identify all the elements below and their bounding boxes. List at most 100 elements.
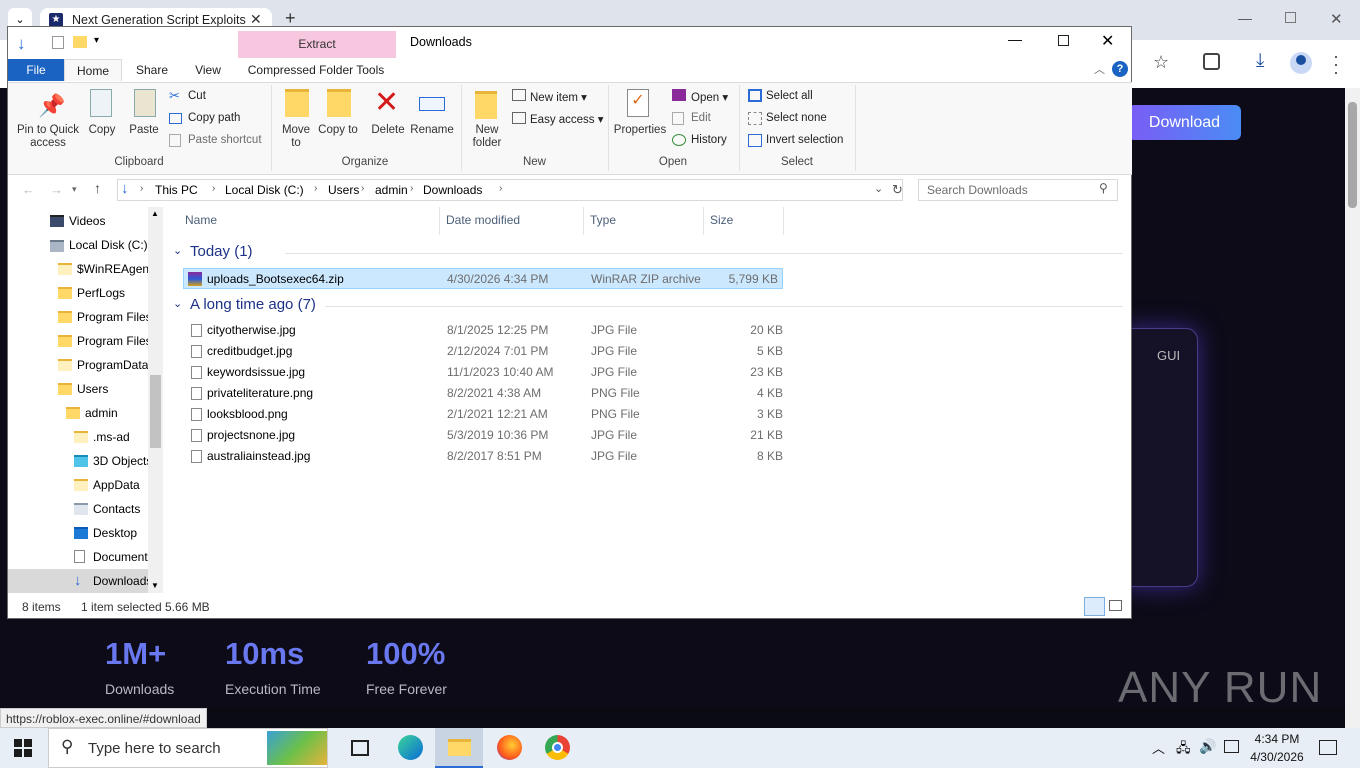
notifications-icon[interactable] [1319, 740, 1337, 755]
breadcrumb-this-pc[interactable]: This PC [155, 183, 198, 197]
network-icon[interactable]: 🖧 [1176, 739, 1191, 761]
maximize-icon[interactable] [1058, 35, 1069, 46]
nav-item-downloads[interactable]: ↓ Downloads [8, 569, 163, 593]
extensions-icon[interactable] [1203, 53, 1220, 70]
history-button[interactable]: History [691, 134, 727, 146]
star-icon[interactable]: ☆ [1153, 52, 1169, 73]
column-name[interactable]: Name [185, 213, 217, 227]
column-date-modified[interactable]: Date modified [446, 213, 520, 227]
nav-scrollbar[interactable]: ▲ ▼ [148, 207, 163, 593]
select-all-icon [748, 89, 762, 102]
pin-to-quick-access-button[interactable]: Pin to Quick access [13, 124, 83, 150]
image-file-icon [191, 450, 202, 463]
group-header-today[interactable]: ⌄ Today (1) [173, 243, 1123, 263]
easy-access-button[interactable]: Easy access ▾ [530, 112, 604, 126]
collapse-ribbon-icon[interactable]: ︿ [1094, 61, 1105, 77]
close-browser-icon[interactable]: ✕ [1330, 10, 1343, 28]
column-type[interactable]: Type [590, 213, 616, 227]
address-bar[interactable]: ↓ › This PC › Local Disk (C:) › Users › … [117, 179, 903, 201]
file-row[interactable]: creditbudget.jpg 2/12/2024 7:01 PM JPG Fil… [183, 341, 783, 362]
breadcrumb-users[interactable]: Users [328, 183, 359, 197]
paste-button[interactable]: Paste [125, 124, 163, 137]
extract-context-tab[interactable]: Extract [238, 31, 396, 58]
recent-locations-icon[interactable]: ▾ [72, 184, 77, 195]
breadcrumb-local-disk[interactable]: Local Disk (C:) [225, 183, 304, 197]
file-explorer-taskbar-button[interactable] [435, 728, 483, 768]
file-size: 3 KB [756, 407, 783, 421]
page-scrollbar[interactable] [1345, 88, 1360, 728]
qat-dropdown-icon[interactable]: ▾ [94, 35, 99, 46]
paste-shortcut-button[interactable]: Paste shortcut [188, 134, 262, 146]
profile-icon[interactable] [1290, 52, 1312, 74]
quick-access-down-icon[interactable]: ↓ [17, 34, 26, 54]
tab-compressed-folder-tools[interactable]: Compressed Folder Tools [240, 59, 392, 81]
file-row[interactable]: privateliterature.png 8/2/2021 4:38 AM PNG… [183, 383, 783, 404]
scroll-up-icon[interactable]: ▲ [151, 209, 159, 218]
file-row[interactable]: keywordsissue.jpg 11/1/2023 10:40 AM JPG F… [183, 362, 783, 383]
refresh-icon[interactable]: ↻ [892, 182, 903, 198]
breadcrumb-sep-icon: › [314, 183, 318, 194]
file-row[interactable]: australiainstead.jpg 8/2/2017 8:51 PM JPG … [183, 446, 783, 467]
tab-share[interactable]: Share [126, 59, 178, 81]
copy-to-button[interactable]: Copy to [318, 124, 358, 137]
cut-button[interactable]: Cut [188, 90, 206, 102]
help-icon[interactable]: ? [1112, 61, 1128, 77]
menu-icon[interactable]: · · · [1333, 47, 1339, 81]
minimize-browser-icon[interactable]: — [1238, 10, 1252, 26]
copy-button[interactable]: Copy [83, 124, 121, 137]
select-none-button[interactable]: Select none [766, 112, 827, 124]
group-label: A long time ago (7) [190, 296, 316, 313]
tab-view[interactable]: View [182, 59, 234, 81]
close-icon[interactable]: ✕ [1101, 31, 1114, 51]
file-row[interactable]: cityotherwise.jpg 8/1/2025 12:25 PM JPG Fi… [183, 320, 783, 341]
breadcrumb-downloads[interactable]: Downloads [423, 183, 482, 197]
rename-button[interactable]: Rename [410, 124, 454, 137]
back-button[interactable]: ← [22, 182, 35, 197]
delete-button[interactable]: Delete [368, 124, 408, 137]
gui-tab[interactable]: GUI [1157, 348, 1180, 363]
properties-button[interactable]: Properties [612, 124, 668, 137]
details-view-icon[interactable] [1084, 597, 1105, 616]
search-input[interactable]: Search Downloads ⚲ [918, 179, 1118, 201]
input-icon[interactable] [1224, 740, 1239, 753]
show-hidden-icons[interactable]: ︿ [1152, 738, 1165, 757]
select-all-button[interactable]: Select all [766, 90, 813, 102]
copy-path-button[interactable]: Copy path [188, 112, 240, 124]
restore-browser-icon[interactable] [1285, 12, 1296, 23]
move-to-button[interactable]: Move to [276, 124, 316, 150]
edge-icon[interactable] [398, 735, 423, 760]
firefox-icon[interactable] [497, 735, 522, 760]
download-icon[interactable]: ⤓ [1256, 50, 1264, 72]
clock-time[interactable]: 4:34 PM [1252, 732, 1302, 746]
open-button[interactable]: Open ▾ [691, 90, 728, 104]
task-view-icon[interactable] [351, 740, 369, 756]
group-header-long-ago[interactable]: ⌄ A long time ago (7) [173, 296, 1123, 316]
file-row[interactable]: projectsnone.jpg 5/3/2019 10:36 PM JPG Fil… [183, 425, 783, 446]
minimize-icon[interactable]: — [1008, 31, 1022, 47]
invert-selection-button[interactable]: Invert selection [766, 134, 843, 146]
volume-icon[interactable]: 🔊 [1199, 738, 1216, 755]
new-item-button[interactable]: New item ▾ [530, 90, 587, 104]
download-button[interactable]: Download [1128, 105, 1241, 140]
large-icons-view-icon[interactable] [1109, 600, 1122, 611]
edit-button[interactable]: Edit [691, 112, 711, 124]
clock-date[interactable]: 4/30/2026 [1247, 750, 1307, 764]
properties-qat-icon[interactable] [52, 36, 64, 49]
file-row[interactable]: looksblood.png 2/1/2021 12:21 AM PNG File 3… [183, 404, 783, 425]
address-dropdown-icon[interactable]: ⌄ [874, 182, 883, 195]
windows-start-icon[interactable] [14, 739, 32, 757]
file-row-selected[interactable]: uploads_Bootsexec64.zip 4/30/2026 4:34 P… [183, 268, 783, 289]
tab-file[interactable]: File [8, 59, 64, 81]
column-size[interactable]: Size [710, 213, 733, 227]
tab-home[interactable]: Home [64, 59, 122, 81]
taskbar-search-box[interactable]: ⚲ Type here to search [48, 728, 328, 768]
nav-item-videos[interactable]: Videos [50, 209, 163, 233]
chrome-icon[interactable] [545, 735, 570, 760]
breadcrumb-admin[interactable]: admin [375, 183, 408, 197]
forward-button[interactable]: → [50, 182, 63, 197]
scroll-down-icon[interactable]: ▼ [151, 581, 159, 590]
nav-item-local-disk[interactable]: Local Disk (C:) [50, 233, 163, 257]
new-folder-qat-icon[interactable] [73, 36, 87, 48]
up-button[interactable]: ↑ [94, 180, 101, 196]
new-folder-button[interactable]: New folder [467, 124, 507, 150]
